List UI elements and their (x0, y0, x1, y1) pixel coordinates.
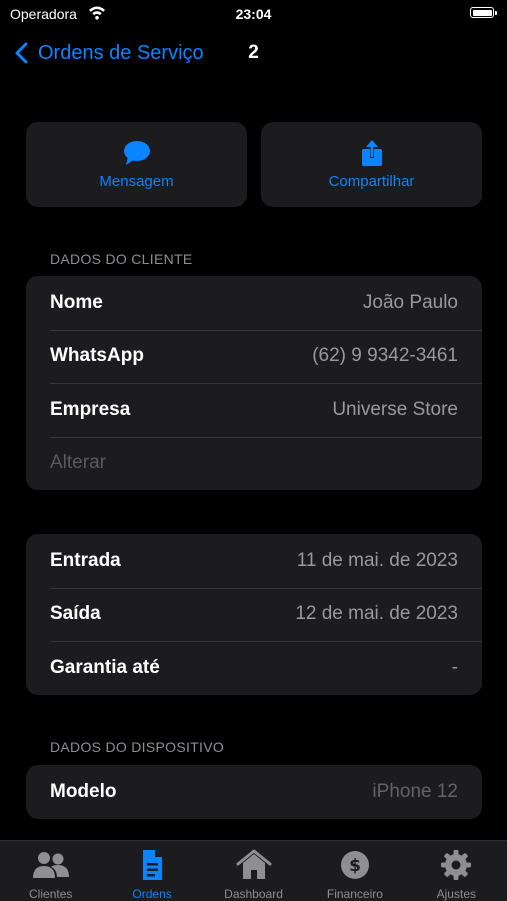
row-label: Entrada (50, 549, 121, 571)
exit-date-row: Saída 12 de mai. de 2023 (26, 587, 482, 642)
device-section-header: DADOS DO DISPOSITIVO (50, 739, 225, 755)
tab-ajustes[interactable]: Ajustes (406, 841, 507, 901)
row-value: - (451, 656, 458, 678)
client-company-row: Empresa Universe Store (26, 383, 482, 437)
row-value: João Paulo (362, 291, 458, 313)
row-label: Nome (50, 291, 103, 313)
share-label: Compartilhar (328, 173, 415, 190)
client-section-header: DADOS DO CLIENTE (50, 251, 193, 267)
gear-icon (441, 850, 472, 880)
status-bar: Operadora 23:04 (0, 0, 507, 30)
house-icon (236, 849, 272, 879)
row-value: 11 de mai. de 2023 (296, 549, 458, 571)
page-title: 2 (248, 42, 259, 63)
device-model-row: Modelo iPhone 12 (26, 765, 482, 819)
tab-financeiro[interactable]: $ Financeiro (304, 841, 405, 901)
share-icon (361, 140, 382, 166)
tab-label: Clientes (29, 887, 73, 901)
message-icon (123, 141, 150, 165)
entry-date-row: Entrada 11 de mai. de 2023 (26, 534, 482, 588)
message-label: Mensagem (99, 173, 174, 190)
tab-label: Financeiro (326, 887, 383, 901)
client-name-row: Nome João Paulo (26, 276, 482, 330)
tab-dashboard[interactable]: Dashboard (203, 841, 304, 901)
row-label: WhatsApp (50, 345, 144, 367)
row-value: iPhone 12 (372, 780, 458, 802)
row-label: Saída (50, 603, 101, 625)
clock: 23:04 (235, 6, 272, 22)
warranty-row: Garantia até - (26, 641, 482, 695)
navigation-bar: Ordens de Serviço 2 (0, 36, 507, 70)
row-label: Empresa (50, 398, 131, 420)
row-label: Modelo (50, 780, 117, 802)
row-value: 12 de mai. de 2023 (295, 603, 458, 625)
tab-clientes[interactable]: Clientes (0, 841, 101, 901)
message-button[interactable]: Mensagem (26, 122, 247, 207)
client-whatsapp-row: WhatsApp (62) 9 9342-3461 (26, 329, 482, 384)
row-value: Universe Store (332, 398, 458, 420)
dollar-icon: $ (340, 851, 369, 879)
battery-icon (470, 7, 497, 18)
device-data-group: Modelo iPhone 12 (26, 765, 482, 819)
svg-text:$: $ (349, 856, 361, 876)
tab-label: Dashboard (224, 887, 283, 901)
tab-ordens[interactable]: Ordens (101, 841, 202, 901)
action-buttons: Mensagem Compartilhar (26, 122, 482, 207)
document-icon (143, 850, 163, 880)
row-label: Garantia até (50, 656, 160, 678)
dates-group: Entrada 11 de mai. de 2023 Saída 12 de m… (26, 534, 482, 695)
tab-label: Ordens (132, 887, 172, 901)
client-data-group: Nome João Paulo WhatsApp (62) 9 9342-346… (26, 276, 482, 490)
tab-bar: Clientes Ordens Dashboard $ Financeiro A… (0, 840, 507, 901)
edit-client-label: Alterar (50, 452, 106, 474)
people-icon (32, 852, 69, 878)
tab-label: Ajustes (436, 887, 476, 901)
row-value: (62) 9 9342-3461 (312, 345, 458, 367)
edit-client-button[interactable]: Alterar (26, 436, 482, 491)
share-button[interactable]: Compartilhar (261, 122, 482, 207)
